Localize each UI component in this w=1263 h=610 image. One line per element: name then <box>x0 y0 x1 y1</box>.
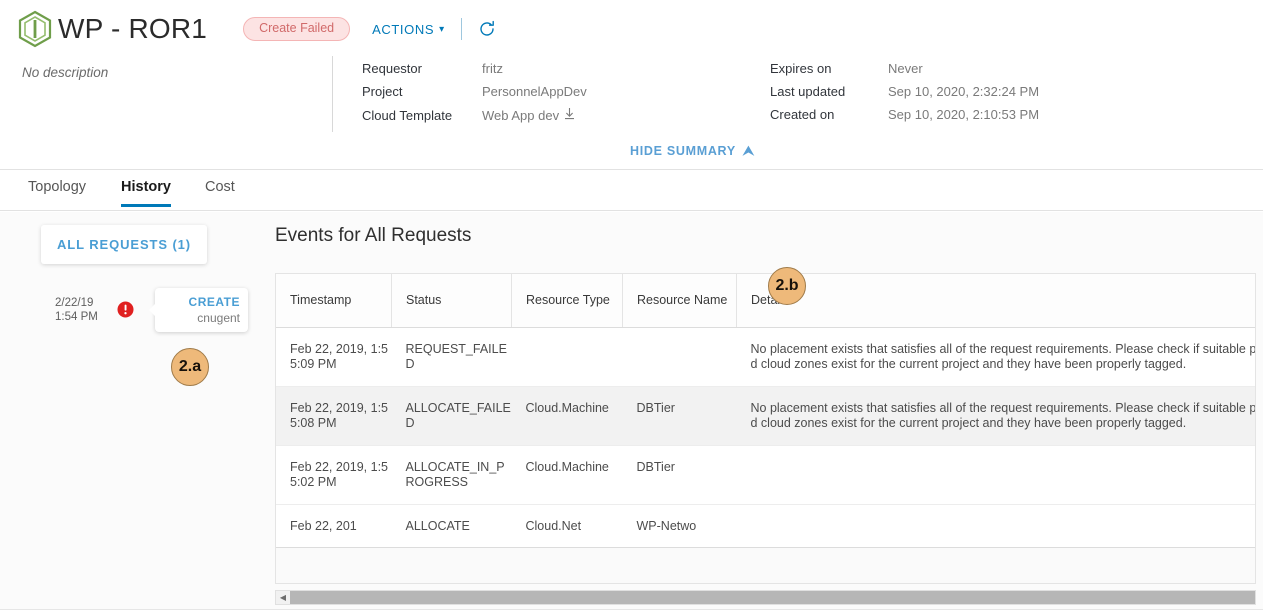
meta-value: Sep 10, 2020, 2:10:53 PM <box>888 107 1040 122</box>
cell-resource-name: DBTier <box>622 445 737 505</box>
description-text: No description <box>22 65 109 80</box>
cell-status: ALLOCATE_FAILED <box>391 386 512 446</box>
meta-value: Never <box>888 61 923 76</box>
callout-badge-2b: 2.b <box>768 267 806 305</box>
cell-details: No placement exists that satisfies all o… <box>736 327 1255 387</box>
table-header-row: Timestamp Status Resource Type Resource … <box>276 274 1255 328</box>
error-icon <box>117 301 134 323</box>
timeline-request-card[interactable]: CREATE cnugent <box>149 288 248 332</box>
timeline-entry[interactable]: 2/22/19 1:54 PM CREATE cnugent <box>0 288 270 338</box>
cell-details: No placement exists that satisfies all o… <box>736 386 1255 446</box>
cell-resource-name: DBTier <box>622 386 737 446</box>
status-badge: Create Failed <box>243 17 351 41</box>
meta-label: Created on <box>770 107 835 122</box>
actions-menu-button[interactable]: ACTIONS ▾ <box>372 22 445 37</box>
table-row[interactable]: Feb 22, 201 ALLOCATE Cloud.Net WP-Netwo <box>276 504 1255 549</box>
events-table-footer <box>276 547 1255 583</box>
timeline-date: 2/22/19 <box>55 297 94 309</box>
download-icon[interactable] <box>564 107 575 123</box>
meta-value: PersonnelAppDev <box>482 84 587 99</box>
tab-cost[interactable]: Cost <box>205 179 235 204</box>
horizontal-scrollbar[interactable]: ◀ <box>275 590 1256 605</box>
cell-status: ALLOCATE <box>391 504 512 549</box>
cell-timestamp: Feb 22, 2019, 1:55:08 PM <box>276 386 392 446</box>
chevron-down-icon: ▾ <box>439 23 445 35</box>
cell-timestamp: Feb 22, 2019, 1:55:09 PM <box>276 327 392 387</box>
refresh-button[interactable] <box>478 20 496 38</box>
meta-label: Project <box>362 84 403 99</box>
toolbar-divider <box>460 18 462 40</box>
cell-status: ALLOCATE_IN_PROGRESS <box>391 445 512 505</box>
meta-row-project: Project PersonnelAppDev <box>362 84 587 107</box>
page-header: WP - ROR1 Create Failed ACTIONS ▾ No des… <box>0 0 1263 170</box>
events-heading: Events for All Requests <box>275 225 472 246</box>
column-header-timestamp[interactable]: Timestamp <box>276 274 392 328</box>
cell-resource-type <box>511 327 623 387</box>
refresh-icon <box>480 20 494 36</box>
cell-status: REQUEST_FAILED <box>391 327 512 387</box>
tab-bar: Topology History Cost <box>0 171 1263 211</box>
meta-row-requestor: Requestor fritz <box>362 61 587 84</box>
meta-row-created-on: Created on Sep 10, 2020, 2:10:53 PM <box>770 107 1039 130</box>
hide-summary-toggle[interactable]: HIDE SUMMARY ⮝ <box>630 143 755 159</box>
history-content: ALL REQUESTS (1) 2/22/19 1:54 PM CREATE … <box>0 212 1263 610</box>
cell-resource-name: WP-Netwo <box>622 504 737 549</box>
actions-label: ACTIONS <box>372 21 435 37</box>
meta-list-right: Expires on Never Last updated Sep 10, 20… <box>770 61 1039 130</box>
cell-resource-type: Cloud.Net <box>511 504 623 549</box>
meta-label: Requestor <box>362 61 422 76</box>
callout-badge-2a: 2.a <box>171 348 209 386</box>
meta-label: Expires on <box>770 61 832 76</box>
events-table-container: Timestamp Status Resource Type Resource … <box>275 273 1256 584</box>
timeline-datetime: 2/22/19 1:54 PM <box>55 296 98 324</box>
timeline-card-user: cnugent <box>197 311 240 325</box>
meta-row-last-updated: Last updated Sep 10, 2020, 2:32:24 PM <box>770 84 1039 107</box>
meta-value: fritz <box>482 61 503 76</box>
column-header-resource-name[interactable]: Resource Name <box>622 274 737 328</box>
column-header-resource-type[interactable]: Resource Type <box>511 274 623 328</box>
meta-value-link[interactable]: Web App dev <box>482 107 575 123</box>
column-header-details[interactable]: Details <box>736 274 1255 328</box>
column-header-status[interactable]: Status <box>391 274 512 328</box>
events-table-body: Feb 22, 2019, 1:55:09 PM REQUEST_FAILED … <box>276 327 1255 549</box>
page-title: WP - ROR1 <box>58 13 208 44</box>
cube-hexagon-icon <box>18 10 52 48</box>
meta-row-cloud-template: Cloud Template Web App dev <box>362 107 587 130</box>
meta-list-left: Requestor fritz Project PersonnelAppDev … <box>362 61 587 130</box>
title-row: WP - ROR1 Create Failed ACTIONS ▾ <box>18 10 496 48</box>
table-row[interactable]: Feb 22, 2019, 1:55:08 PM ALLOCATE_FAILED… <box>276 386 1255 446</box>
timeline-time: 1:54 PM <box>55 311 98 323</box>
timeline-card-title: CREATE <box>188 295 240 309</box>
cell-details <box>736 504 1255 549</box>
chevron-left-icon[interactable]: ◀ <box>276 593 290 602</box>
tab-history[interactable]: History <box>121 179 171 207</box>
events-table: Timestamp Status Resource Type Resource … <box>276 274 1255 549</box>
cell-resource-name <box>622 327 737 387</box>
cell-timestamp: Feb 22, 2019, 1:55:02 PM <box>276 445 392 505</box>
all-requests-button[interactable]: ALL REQUESTS (1) <box>41 225 207 264</box>
cloud-template-name: Web App dev <box>482 107 560 123</box>
cell-resource-type: Cloud.Machine <box>511 386 623 446</box>
cell-timestamp: Feb 22, 201 <box>276 504 392 549</box>
scrollbar-thumb[interactable] <box>290 591 1255 604</box>
table-row[interactable]: Feb 22, 2019, 1:55:09 PM REQUEST_FAILED … <box>276 327 1255 387</box>
events-table-head: Timestamp Status Resource Type Resource … <box>276 274 1255 328</box>
meta-label: Last updated <box>770 84 846 99</box>
hide-summary-label: HIDE SUMMARY <box>630 144 736 158</box>
meta-value: Sep 10, 2020, 2:32:24 PM <box>888 84 1040 99</box>
chevron-up-icon: ⮝ <box>742 143 755 158</box>
meta-label: Cloud Template <box>362 107 453 123</box>
tab-topology[interactable]: Topology <box>28 179 86 204</box>
table-row[interactable]: Feb 22, 2019, 1:55:02 PM ALLOCATE_IN_PRO… <box>276 445 1255 505</box>
meta-divider <box>332 56 333 132</box>
meta-row-expires-on: Expires on Never <box>770 61 1039 84</box>
cell-resource-type: Cloud.Machine <box>511 445 623 505</box>
cell-details <box>736 445 1255 505</box>
